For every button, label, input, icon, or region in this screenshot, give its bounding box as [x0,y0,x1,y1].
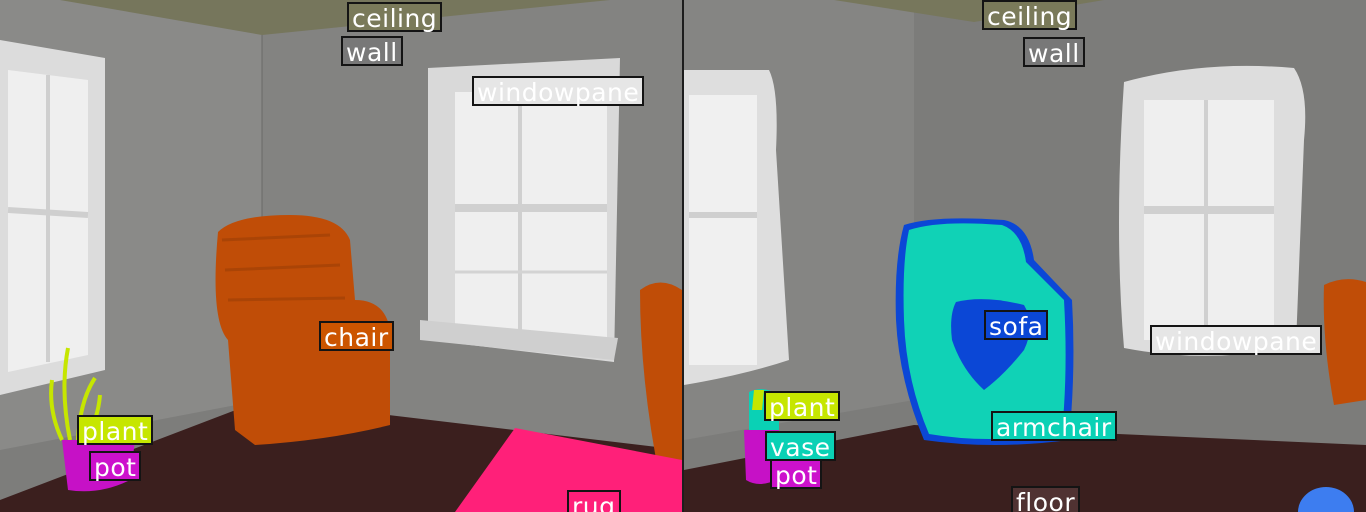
label-windowpane: windowpane [1150,325,1323,356]
label-armchair: armchair [991,411,1117,442]
right-window-mask [1119,65,1306,356]
label-plant: plant [764,391,841,422]
plant-mask [752,390,764,410]
left-segmentation-panel: ceiling wall windowpane chair plant pot … [0,0,682,512]
label-plant: plant [77,415,154,446]
label-vase: vase [765,431,836,462]
label-ceiling: ceiling [982,0,1078,31]
label-rug: rug [567,490,621,512]
label-windowpane: windowpane [472,76,645,107]
label-wall: wall [1023,37,1085,68]
label-chair: chair [319,321,394,352]
label-pot: pot [770,459,823,490]
label-pot: pot [89,451,142,482]
left-window [0,40,105,395]
right-segmentation-panel: ceiling wall sofa windowpane plant vase … [684,0,1366,512]
label-ceiling: ceiling [347,2,443,33]
label-floor: floor [1011,486,1081,512]
label-sofa: sofa [984,310,1049,341]
left-window-mask [684,70,789,385]
label-wall: wall [341,36,403,67]
